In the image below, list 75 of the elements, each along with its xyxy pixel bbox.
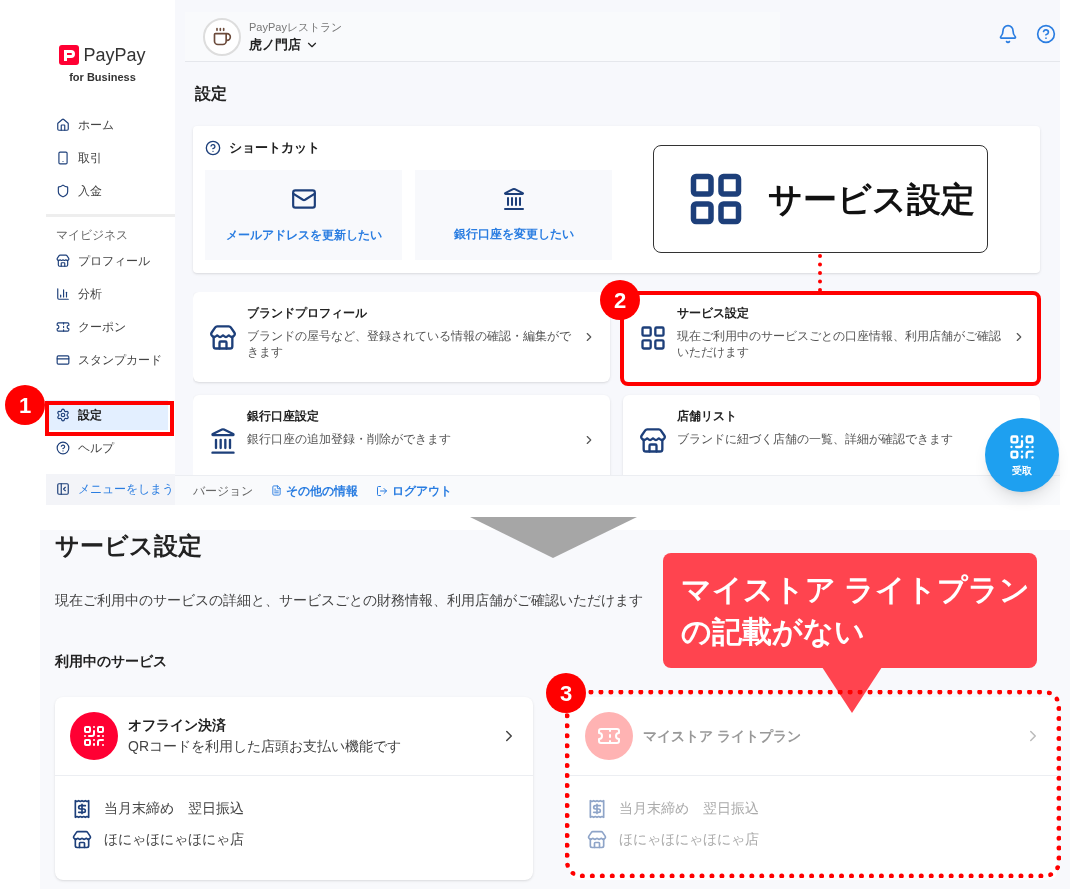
settings-icon [56, 407, 70, 422]
footer-link[interactable]: その他の情報 [271, 481, 358, 500]
store-avatar [203, 17, 241, 56]
store-name: ほにゃほにゃほにゃ店 [619, 830, 759, 849]
qr-code-icon [1008, 432, 1036, 461]
store-name: ほにゃほにゃほにゃ店 [104, 830, 244, 849]
card-title: サービス設定 [677, 305, 750, 322]
ticket-icon [56, 319, 70, 334]
section-label: マイビジネス [56, 226, 129, 244]
payout-schedule: 当月末締め 翌日振込 [619, 799, 759, 818]
card-description: 現在ご利用中のサービスごとの口座情報、利用店舗がご確認いただけます [677, 328, 1002, 360]
card-icon [56, 352, 70, 367]
service-page-title: サービス設定 [55, 531, 202, 561]
settings-card[interactable]: 銀行口座設定 銀行口座の追加登録・削除ができます [193, 395, 610, 475]
bank-icon [501, 187, 526, 211]
grid-icon [639, 324, 667, 352]
brand-name: PayPay [83, 43, 146, 67]
brand-tagline: for Business [69, 69, 136, 85]
qr-code-icon [70, 712, 118, 760]
callout-text: サービス設定 [768, 178, 975, 220]
down-arrow-icon [470, 517, 637, 558]
sidebar-item[interactable]: スタンプカード [46, 344, 168, 375]
logo-icon [59, 45, 80, 66]
sidebar-item[interactable]: ホーム [46, 109, 168, 140]
store-icon [72, 829, 92, 850]
service-name: マイストア ライトプラン [643, 726, 802, 746]
card-description: ブランドの屋号など、登録されている情報の確認・編集ができます [247, 328, 572, 360]
collapse-icon [56, 482, 70, 497]
bar-chart-icon [56, 286, 70, 301]
card-title: ブランドプロフィール [247, 305, 368, 322]
help-icon[interactable] [1036, 24, 1056, 44]
note-text: の記載がない [681, 613, 866, 650]
service-name: オフライン決済 [128, 716, 227, 735]
store-icon [56, 253, 70, 268]
collapse-menu-button[interactable]: メニューをしまう [46, 473, 175, 505]
settings-card[interactable]: ブランドプロフィール ブランドの屋号など、登録されている情報の確認・編集ができます [193, 292, 610, 382]
bank-icon [209, 427, 237, 455]
sidebar-item[interactable]: 分析 [46, 278, 168, 309]
version-label: バージョン [193, 482, 253, 500]
phone-icon [56, 150, 70, 165]
page-title: 設定 [195, 84, 227, 104]
ticket-icon [585, 712, 633, 760]
sidebar-item[interactable]: プロフィール [46, 245, 168, 276]
home-icon [56, 117, 70, 132]
shortcut-title: ショートカット [229, 139, 320, 158]
service-description: QRコードを利用した店頭お支払い機能です [128, 737, 402, 756]
sidebar-item[interactable]: ヘルプ [46, 432, 168, 463]
connector-line [818, 254, 822, 292]
shortcut-tile[interactable]: メールアドレスを更新したい [205, 170, 402, 260]
shield-icon [56, 183, 70, 198]
document-icon [271, 485, 282, 496]
sidebar-item[interactable]: 入金 [46, 175, 168, 206]
store-group: PayPayレストラン [249, 18, 342, 35]
sidebar-item[interactable]: 取引 [46, 142, 168, 173]
mail-icon [290, 186, 317, 212]
store-icon [639, 427, 667, 455]
service-card[interactable]: オフライン決済 QRコードを利用した店頭お支払い機能です 当月末締め 翌日振込 ほにゃほにゃほにゃ店 [55, 697, 533, 880]
card-description: 銀行口座の追加登録・削除ができます [247, 431, 452, 447]
store-icon [209, 324, 237, 352]
shortcut-tile[interactable]: 銀行口座を変更したい [415, 170, 612, 260]
card-title: 店舗リスト [677, 408, 738, 425]
note-text: マイストア ライトプラン [681, 571, 1032, 608]
service-page-description: 現在ご利用中のサービスの詳細と、サービスごとの財務情報、利用店舗がご確認いただけます [55, 591, 643, 610]
payout-schedule: 当月末締め 翌日振込 [104, 799, 244, 818]
notification-icon[interactable] [998, 24, 1018, 44]
section-title: 利用中のサービス [55, 652, 167, 671]
help-icon [56, 440, 70, 455]
card-title: 銀行口座設定 [247, 408, 320, 425]
help-icon [205, 140, 221, 156]
store-selector[interactable]: 虎ノ門店 [249, 35, 342, 55]
footer-link[interactable]: ログアウト [376, 481, 452, 500]
logout-icon [376, 484, 388, 497]
store-icon [587, 829, 607, 850]
sidebar-item[interactable]: クーポン [46, 311, 168, 342]
card-description: ブランドに紐づく店舗の一覧、詳細が確認できます [677, 431, 954, 447]
